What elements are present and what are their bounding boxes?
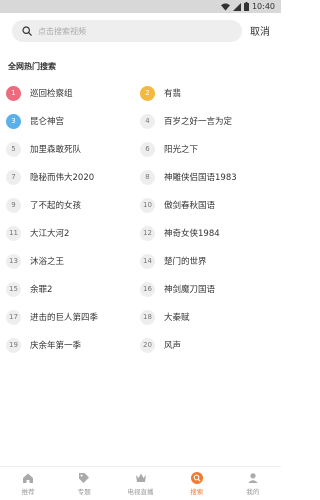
- crown-icon: [135, 473, 146, 482]
- search-icon: [190, 471, 203, 484]
- tab-label: 推荐: [21, 487, 35, 496]
- rank-badge: 13: [6, 253, 21, 269]
- rank-badge: 17: [6, 309, 21, 325]
- tab-label: 我的: [246, 487, 260, 496]
- hot-search-label: 大江大河2: [30, 229, 70, 239]
- rank-badge: 14: [140, 253, 155, 269]
- tab-label: 搜索: [190, 487, 204, 496]
- signal-icon: [232, 2, 241, 11]
- rank-badge: 2: [140, 85, 155, 101]
- rank-badge: 1: [6, 85, 21, 101]
- tag-icon: [79, 472, 90, 483]
- hot-search-item[interactable]: 6 阳光之下: [140, 136, 198, 162]
- rank-badge: 11: [6, 225, 21, 241]
- user-icon: [248, 472, 258, 483]
- rank-badge: 6: [140, 141, 155, 157]
- rank-badge: 19: [6, 337, 21, 353]
- status-time: 10:40: [251, 2, 275, 11]
- hot-search-label: 百岁之好一言为定: [164, 117, 233, 127]
- status-bar: 10:40: [0, 0, 281, 13]
- hot-search-label: 大秦赋: [164, 313, 190, 323]
- rank-badge: 18: [140, 309, 155, 325]
- wifi-icon: [220, 2, 230, 11]
- hot-search-item[interactable]: 8 神雕侠侣国语1983: [140, 164, 237, 190]
- hot-search-item[interactable]: 9 了不起的女孩: [6, 192, 81, 218]
- hot-search-label: 阳光之下: [164, 145, 199, 155]
- hot-search-item[interactable]: 10 傲剑春秋国语: [140, 192, 215, 218]
- search-icon: [22, 26, 32, 36]
- hot-search-label: 巡回检察组: [30, 89, 73, 99]
- rank-badge: 4: [140, 113, 155, 129]
- hot-search-label: 神剑魔刀国语: [164, 285, 216, 295]
- hot-search-item[interactable]: 7 隐秘而伟大2020: [6, 164, 94, 190]
- rank-badge: 9: [6, 197, 21, 213]
- rank-badge: 8: [140, 169, 155, 185]
- battery-icon: [243, 2, 249, 11]
- hot-search-item[interactable]: 11 大江大河2: [6, 220, 69, 246]
- hot-search-item[interactable]: 12 神奇女侠1984: [140, 220, 220, 246]
- hot-search-item[interactable]: 13 沐浴之王: [6, 248, 64, 274]
- hot-search-label: 风声: [164, 341, 182, 351]
- rank-badge: 10: [140, 197, 155, 213]
- search-row: 取消: [0, 17, 281, 45]
- rank-badge: 12: [140, 225, 155, 241]
- tab-label: 专题: [77, 487, 91, 496]
- hot-search-item[interactable]: 19 庆余年第一季: [6, 332, 81, 358]
- hot-search-item[interactable]: 14 楚门的世界: [140, 248, 207, 274]
- hot-search-label: 神奇女侠1984: [164, 229, 220, 239]
- hot-search-label: 昆仑神宫: [30, 117, 65, 127]
- hot-search-label: 了不起的女孩: [30, 201, 82, 211]
- rank-badge: 7: [6, 169, 21, 185]
- hot-search-item[interactable]: 2 有翡: [140, 80, 181, 106]
- bottom-tab-bar: 推荐 专题 电视直播 搜索 我的: [0, 466, 281, 500]
- home-icon: [23, 473, 34, 483]
- hot-search-item[interactable]: 3 昆仑神宫: [6, 108, 64, 134]
- rank-badge: 3: [6, 113, 21, 129]
- rank-badge: 16: [140, 281, 155, 297]
- hot-search-item[interactable]: 5 加里森敢死队: [6, 136, 81, 162]
- hot-search-label: 沐浴之王: [30, 257, 65, 267]
- search-input[interactable]: [38, 26, 218, 36]
- status-icons: 10:40: [220, 0, 275, 13]
- hot-search-label: 有翡: [164, 89, 182, 99]
- hot-search-label: 加里森敢死队: [30, 145, 82, 155]
- tab-user[interactable]: 我的: [225, 467, 281, 500]
- hot-search-label: 隐秘而伟大2020: [30, 173, 95, 183]
- rank-badge: 5: [6, 141, 21, 157]
- hot-search-item[interactable]: 17 进击的巨人第四季: [6, 304, 98, 330]
- rank-badge: 20: [140, 337, 155, 353]
- section-title: 全网热门搜索: [8, 62, 56, 71]
- rank-badge: 15: [6, 281, 21, 297]
- hot-search-label: 进击的巨人第四季: [30, 313, 99, 323]
- hot-search-label: 神雕侠侣国语1983: [164, 173, 237, 183]
- tab-label: 电视直播: [127, 487, 154, 496]
- tab-home[interactable]: 推荐: [0, 467, 56, 500]
- tab-tag[interactable]: 专题: [56, 467, 112, 500]
- hot-search-item[interactable]: 16 神剑魔刀国语: [140, 276, 215, 302]
- hot-search-label: 傲剑春秋国语: [164, 201, 216, 211]
- hot-search-item[interactable]: 1 巡回检察组: [6, 80, 73, 106]
- cancel-button[interactable]: 取消: [250, 23, 270, 38]
- hot-search-label: 庆余年第一季: [30, 341, 82, 351]
- search-box[interactable]: [12, 20, 242, 42]
- hot-search-label: 楚门的世界: [164, 257, 207, 267]
- hot-search-item[interactable]: 18 大秦赋: [140, 304, 190, 330]
- hot-search-label: 余罪2: [30, 285, 53, 295]
- tab-crown[interactable]: 电视直播: [112, 467, 168, 500]
- hot-search-item[interactable]: 15 余罪2: [6, 276, 52, 302]
- hot-search-item[interactable]: 4 百岁之好一言为定: [140, 108, 232, 134]
- tab-search[interactable]: 搜索: [169, 467, 225, 500]
- hot-search-item[interactable]: 20 风声: [140, 332, 181, 358]
